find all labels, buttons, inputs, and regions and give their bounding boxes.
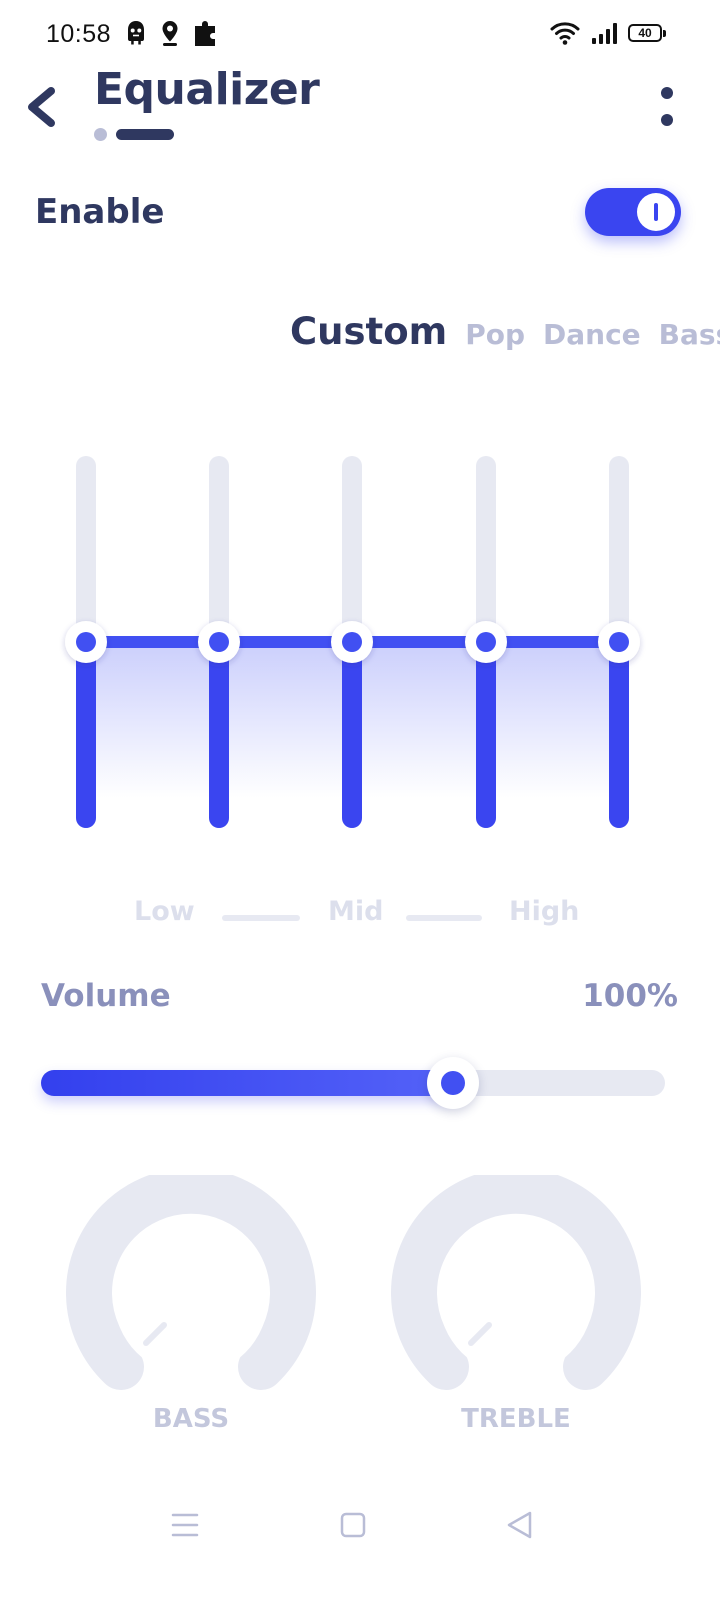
more-button[interactable] (652, 84, 682, 130)
preset-tabs: Custom Pop Dance Bass (290, 310, 720, 370)
nav-home-button[interactable] (328, 1500, 378, 1550)
equalizer-band-thumb[interactable] (598, 621, 640, 663)
page-title: Equalizer (94, 64, 320, 115)
treble-knob[interactable] (391, 1175, 641, 1395)
frequency-labels: Low Mid High (0, 896, 720, 936)
location-icon (162, 21, 178, 46)
preset-tab-bass[interactable]: Bass (659, 318, 720, 351)
chevron-left-icon (28, 87, 55, 127)
back-button[interactable] (18, 82, 68, 132)
status-time: 10:58 (46, 20, 112, 48)
frequency-label-high: High (509, 896, 580, 927)
volume-slider-thumb[interactable] (426, 1057, 479, 1109)
equalizer-band-thumb[interactable] (65, 621, 107, 663)
frequency-divider (406, 915, 482, 921)
bass-label: BASS (152, 1404, 230, 1434)
equalizer-graph (65, 456, 640, 828)
enable-label: Enable (35, 192, 165, 232)
page-dot-inactive[interactable] (94, 128, 107, 141)
preset-tab-dance[interactable]: Dance (543, 318, 641, 351)
status-icons-left (124, 18, 220, 48)
ghost-icon (128, 21, 144, 45)
treble-label: TREBLE (461, 1404, 571, 1434)
enable-toggle[interactable] (585, 188, 681, 236)
frequency-label-low: Low (134, 896, 195, 927)
system-nav-bar (0, 1490, 720, 1560)
page-indicator[interactable] (94, 128, 174, 141)
equalizer-band-thumb[interactable] (331, 621, 373, 663)
preset-tab-pop[interactable]: Pop (465, 318, 525, 351)
status-bar: 10:58 40 (0, 0, 720, 70)
bass-knob[interactable] (66, 1175, 316, 1395)
wifi-icon (550, 22, 580, 45)
menu-icon (171, 1513, 199, 1537)
volume-slider-fill (41, 1070, 453, 1096)
puzzle-icon (195, 21, 215, 46)
frequency-label-mid: Mid (328, 896, 384, 927)
back-icon (507, 1511, 532, 1539)
toggle-knob (637, 193, 675, 231)
more-vertical-icon (661, 87, 673, 126)
equalizer-band-thumb[interactable] (465, 621, 507, 663)
volume-value: 100% (582, 978, 678, 1014)
nav-back-button[interactable] (495, 1500, 545, 1550)
frequency-divider (222, 915, 300, 921)
volume-slider[interactable] (41, 1057, 665, 1109)
equalizer-band-thumb[interactable] (198, 621, 240, 663)
volume-label: Volume (41, 978, 171, 1014)
battery-icon: 40 (628, 24, 666, 42)
page-dot-active[interactable] (116, 129, 174, 140)
nav-menu-button[interactable] (160, 1500, 210, 1550)
home-icon (340, 1512, 366, 1538)
status-icons-right: 40 (550, 20, 666, 46)
preset-tab-custom[interactable]: Custom (290, 310, 447, 353)
signal-icon (592, 23, 617, 44)
